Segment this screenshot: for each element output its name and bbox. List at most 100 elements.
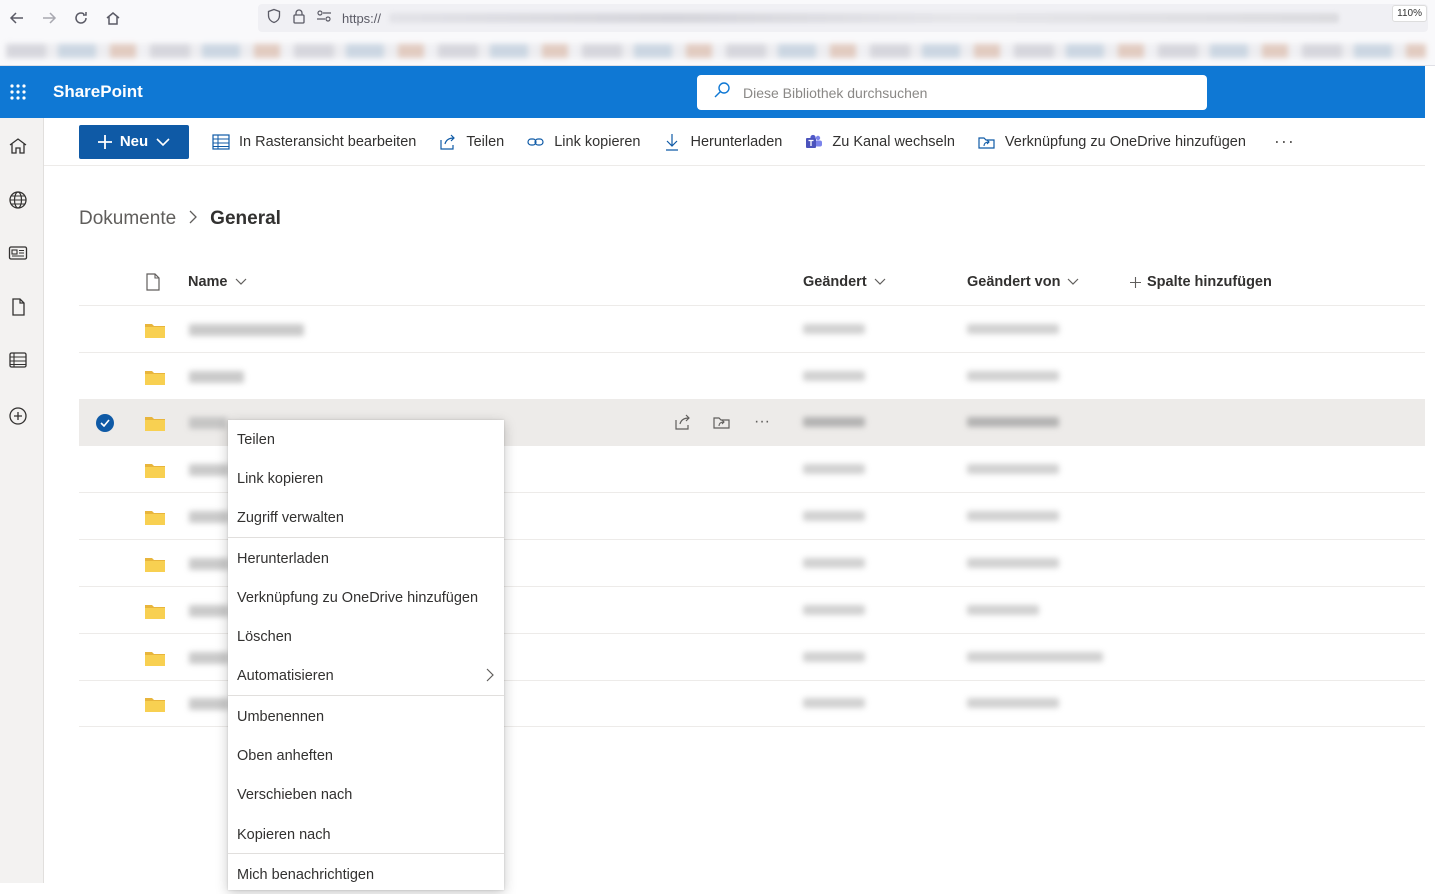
menu-divider (228, 537, 504, 538)
onedrive-shortcut-icon (977, 133, 997, 151)
reload-icon[interactable] (66, 3, 96, 33)
item-author-redacted (967, 511, 1059, 521)
menu-item-delete[interactable]: Löschen (228, 617, 504, 656)
item-author-redacted (967, 698, 1059, 708)
menu-item-move-to[interactable]: Verschieben nach (228, 775, 504, 814)
item-author-redacted (967, 371, 1059, 381)
menu-item-download[interactable]: Herunterladen (228, 539, 504, 578)
folder-icon (145, 464, 165, 478)
item-author-redacted (967, 605, 1039, 615)
item-date-redacted (803, 511, 865, 521)
chevron-down-icon (156, 137, 170, 146)
url-bar[interactable]: https:// (258, 4, 1428, 32)
onedrive-shortcut-icon[interactable] (712, 412, 732, 432)
breadcrumb-documents[interactable]: Dokumente (79, 208, 176, 230)
add-onedrive-shortcut-button[interactable]: Verknüpfung zu OneDrive hinzufügen (977, 133, 1246, 151)
menu-item-share[interactable]: Teilen (228, 420, 504, 459)
back-arrow-icon[interactable] (2, 3, 32, 33)
context-menu: Teilen Link kopieren Zugriff verwalten H… (228, 420, 504, 890)
plus-icon (1130, 276, 1141, 288)
add-column-label: Spalte hinzufügen (1147, 274, 1272, 290)
more-commands-button[interactable]: ··· (1274, 131, 1295, 152)
list-item[interactable] (79, 353, 1425, 400)
share-label: Teilen (466, 133, 505, 150)
new-button-label: Neu (119, 133, 149, 150)
home-icon[interactable] (8, 136, 28, 156)
more-actions-icon[interactable]: ··· (752, 412, 772, 432)
document-icon[interactable] (8, 297, 28, 317)
copy-link-button[interactable]: Link kopieren (526, 133, 640, 151)
chevron-right-icon (486, 668, 494, 686)
folder-icon (145, 605, 165, 619)
permissions-icon[interactable] (316, 9, 332, 28)
item-author-redacted (967, 558, 1059, 568)
column-modified-label: Geändert (803, 274, 867, 290)
shield-icon[interactable] (266, 8, 282, 29)
zoom-level[interactable]: 110% (1392, 5, 1427, 22)
home-icon[interactable] (98, 3, 128, 33)
item-date-redacted (803, 698, 865, 708)
lock-icon[interactable] (292, 8, 306, 29)
add-column-button[interactable]: Spalte hinzufügen (1130, 274, 1272, 290)
chevron-down-icon (874, 278, 886, 285)
folder-icon (145, 698, 165, 712)
globe-icon[interactable] (8, 190, 28, 210)
new-button[interactable]: Neu (79, 124, 189, 159)
item-author-redacted (967, 652, 1103, 662)
list-item[interactable] (79, 306, 1425, 353)
url-redacted (389, 13, 1340, 23)
download-icon (662, 133, 682, 151)
item-name-redacted (189, 324, 304, 336)
folder-icon (145, 371, 165, 385)
share-button[interactable]: Teilen (438, 133, 504, 151)
link-icon (526, 133, 546, 151)
brand-title[interactable]: SharePoint (53, 82, 143, 102)
folder-icon (145, 558, 165, 572)
share-icon[interactable] (673, 412, 693, 432)
menu-item-rename[interactable]: Umbenennen (228, 697, 504, 736)
chevron-down-icon (1068, 278, 1079, 285)
search-icon (713, 81, 731, 104)
edit-grid-view-button[interactable]: In Rasteransicht bearbeiten (211, 133, 416, 151)
list-icon[interactable] (8, 350, 28, 370)
item-date-redacted (803, 652, 865, 662)
column-modified[interactable]: Geändert (803, 274, 886, 290)
forward-arrow-icon[interactable] (34, 3, 64, 33)
add-circle-icon[interactable] (8, 406, 28, 426)
item-author-redacted (967, 417, 1059, 427)
grid-icon (211, 133, 231, 151)
menu-item-copy-link[interactable]: Link kopieren (228, 459, 504, 498)
checkmark-icon[interactable] (96, 414, 114, 432)
menu-item-manage-access[interactable]: Zugriff verwalten (228, 498, 504, 537)
breadcrumb: Dokumente General (79, 208, 281, 230)
item-name-redacted (189, 511, 229, 523)
url-text: https:// (342, 10, 382, 26)
suite-header: SharePoint (0, 66, 1425, 118)
folder-icon (145, 652, 165, 666)
column-modified-by-label: Geändert von (967, 274, 1061, 290)
download-label: Herunterladen (690, 133, 783, 150)
teams-icon (804, 133, 824, 151)
chevron-down-icon (235, 278, 246, 285)
library-search[interactable] (697, 75, 1207, 110)
list-header: Name Geändert Geändert von Spalte hinzuf… (79, 260, 1425, 306)
bookmarks-bar (0, 36, 1435, 66)
folder-icon (145, 511, 165, 525)
menu-item-automate[interactable]: Automatisieren (228, 656, 504, 695)
menu-item-pin-to-top[interactable]: Oben anheften (228, 736, 504, 775)
column-name-label: Name (188, 274, 228, 290)
app-launcher-icon[interactable] (6, 80, 30, 104)
download-button[interactable]: Herunterladen (662, 133, 782, 151)
file-type-icon[interactable] (145, 273, 161, 291)
news-icon[interactable] (8, 243, 28, 263)
column-modified-by[interactable]: Geändert von (967, 274, 1079, 290)
menu-divider (228, 695, 504, 696)
menu-item-add-onedrive-shortcut[interactable]: Verknüpfung zu OneDrive hinzufügen (228, 578, 504, 617)
search-input[interactable] (743, 84, 1163, 101)
menu-item-alert-me[interactable]: Mich benachrichtigen (228, 855, 504, 894)
menu-item-copy-to[interactable]: Kopieren nach (228, 815, 504, 854)
add-onedrive-shortcut-label: Verknüpfung zu OneDrive hinzufügen (1004, 133, 1246, 150)
chevron-right-icon (188, 208, 198, 230)
switch-to-channel-button[interactable]: Zu Kanal wechseln (804, 133, 955, 151)
column-name[interactable]: Name (188, 274, 247, 290)
